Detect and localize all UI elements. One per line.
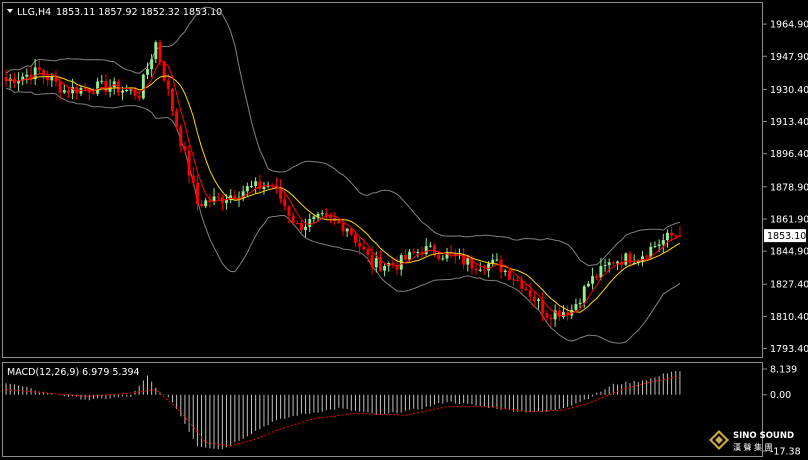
price-tick-label: 1810.40 (770, 312, 808, 323)
price-tick-label: 1913.40 (770, 117, 808, 128)
macd-label: MACD(12,26,9) 6.979 5.394 (7, 367, 140, 378)
macd-tick-label: 8.139 (770, 365, 797, 376)
price-tick-label: 1896.40 (770, 149, 808, 160)
chart-background (0, 0, 808, 460)
macd-tick-label: -17.38 (770, 447, 801, 458)
logo-text-en: SINO SOUND (733, 431, 794, 441)
candle (141, 73, 145, 100)
symbol-timeframe: LLG,H4 (17, 7, 51, 18)
price-tick-label: 1964.90 (770, 20, 808, 31)
price-tick-label: 1930.40 (770, 85, 808, 96)
price-tick-label: 1844.90 (770, 247, 808, 258)
price-tick-label: 1947.90 (770, 52, 808, 63)
price-tick-label: 1878.90 (770, 182, 808, 193)
price-tick-label: 1793.40 (770, 344, 808, 355)
trading-chart[interactable]: LLG,H4 1853.11 1857.92 1852.32 1853.10 1… (0, 0, 808, 460)
current-price-marker: 1853.10 (764, 229, 806, 243)
current-price-label: 1853.10 (767, 231, 806, 242)
logo-text-cn: 漢 聲 集 團 (733, 442, 773, 452)
price-tick-label: 1827.40 (770, 280, 808, 291)
candle (624, 252, 628, 266)
price-tick-label: 1861.90 (770, 214, 808, 225)
macd-tick-label: 0.00 (770, 390, 791, 401)
